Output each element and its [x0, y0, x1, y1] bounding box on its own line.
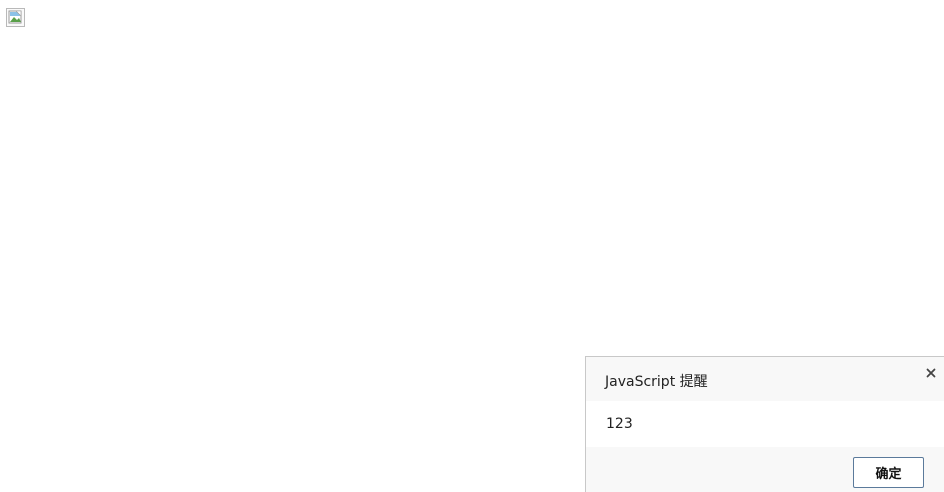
dialog-header: JavaScript 提醒 [586, 357, 944, 401]
dialog-title: JavaScript 提醒 [605, 374, 708, 390]
ok-button[interactable]: 确定 [853, 457, 924, 488]
web-page: JavaScript 提醒 123 确定 [0, 0, 944, 492]
dialog-body: 123 [586, 401, 944, 447]
broken-image-icon [6, 8, 25, 27]
dialog-footer: 确定 [586, 447, 944, 492]
javascript-alert-dialog: JavaScript 提醒 123 确定 [585, 356, 944, 492]
dialog-message: 123 [606, 416, 633, 432]
close-icon[interactable] [924, 366, 938, 380]
